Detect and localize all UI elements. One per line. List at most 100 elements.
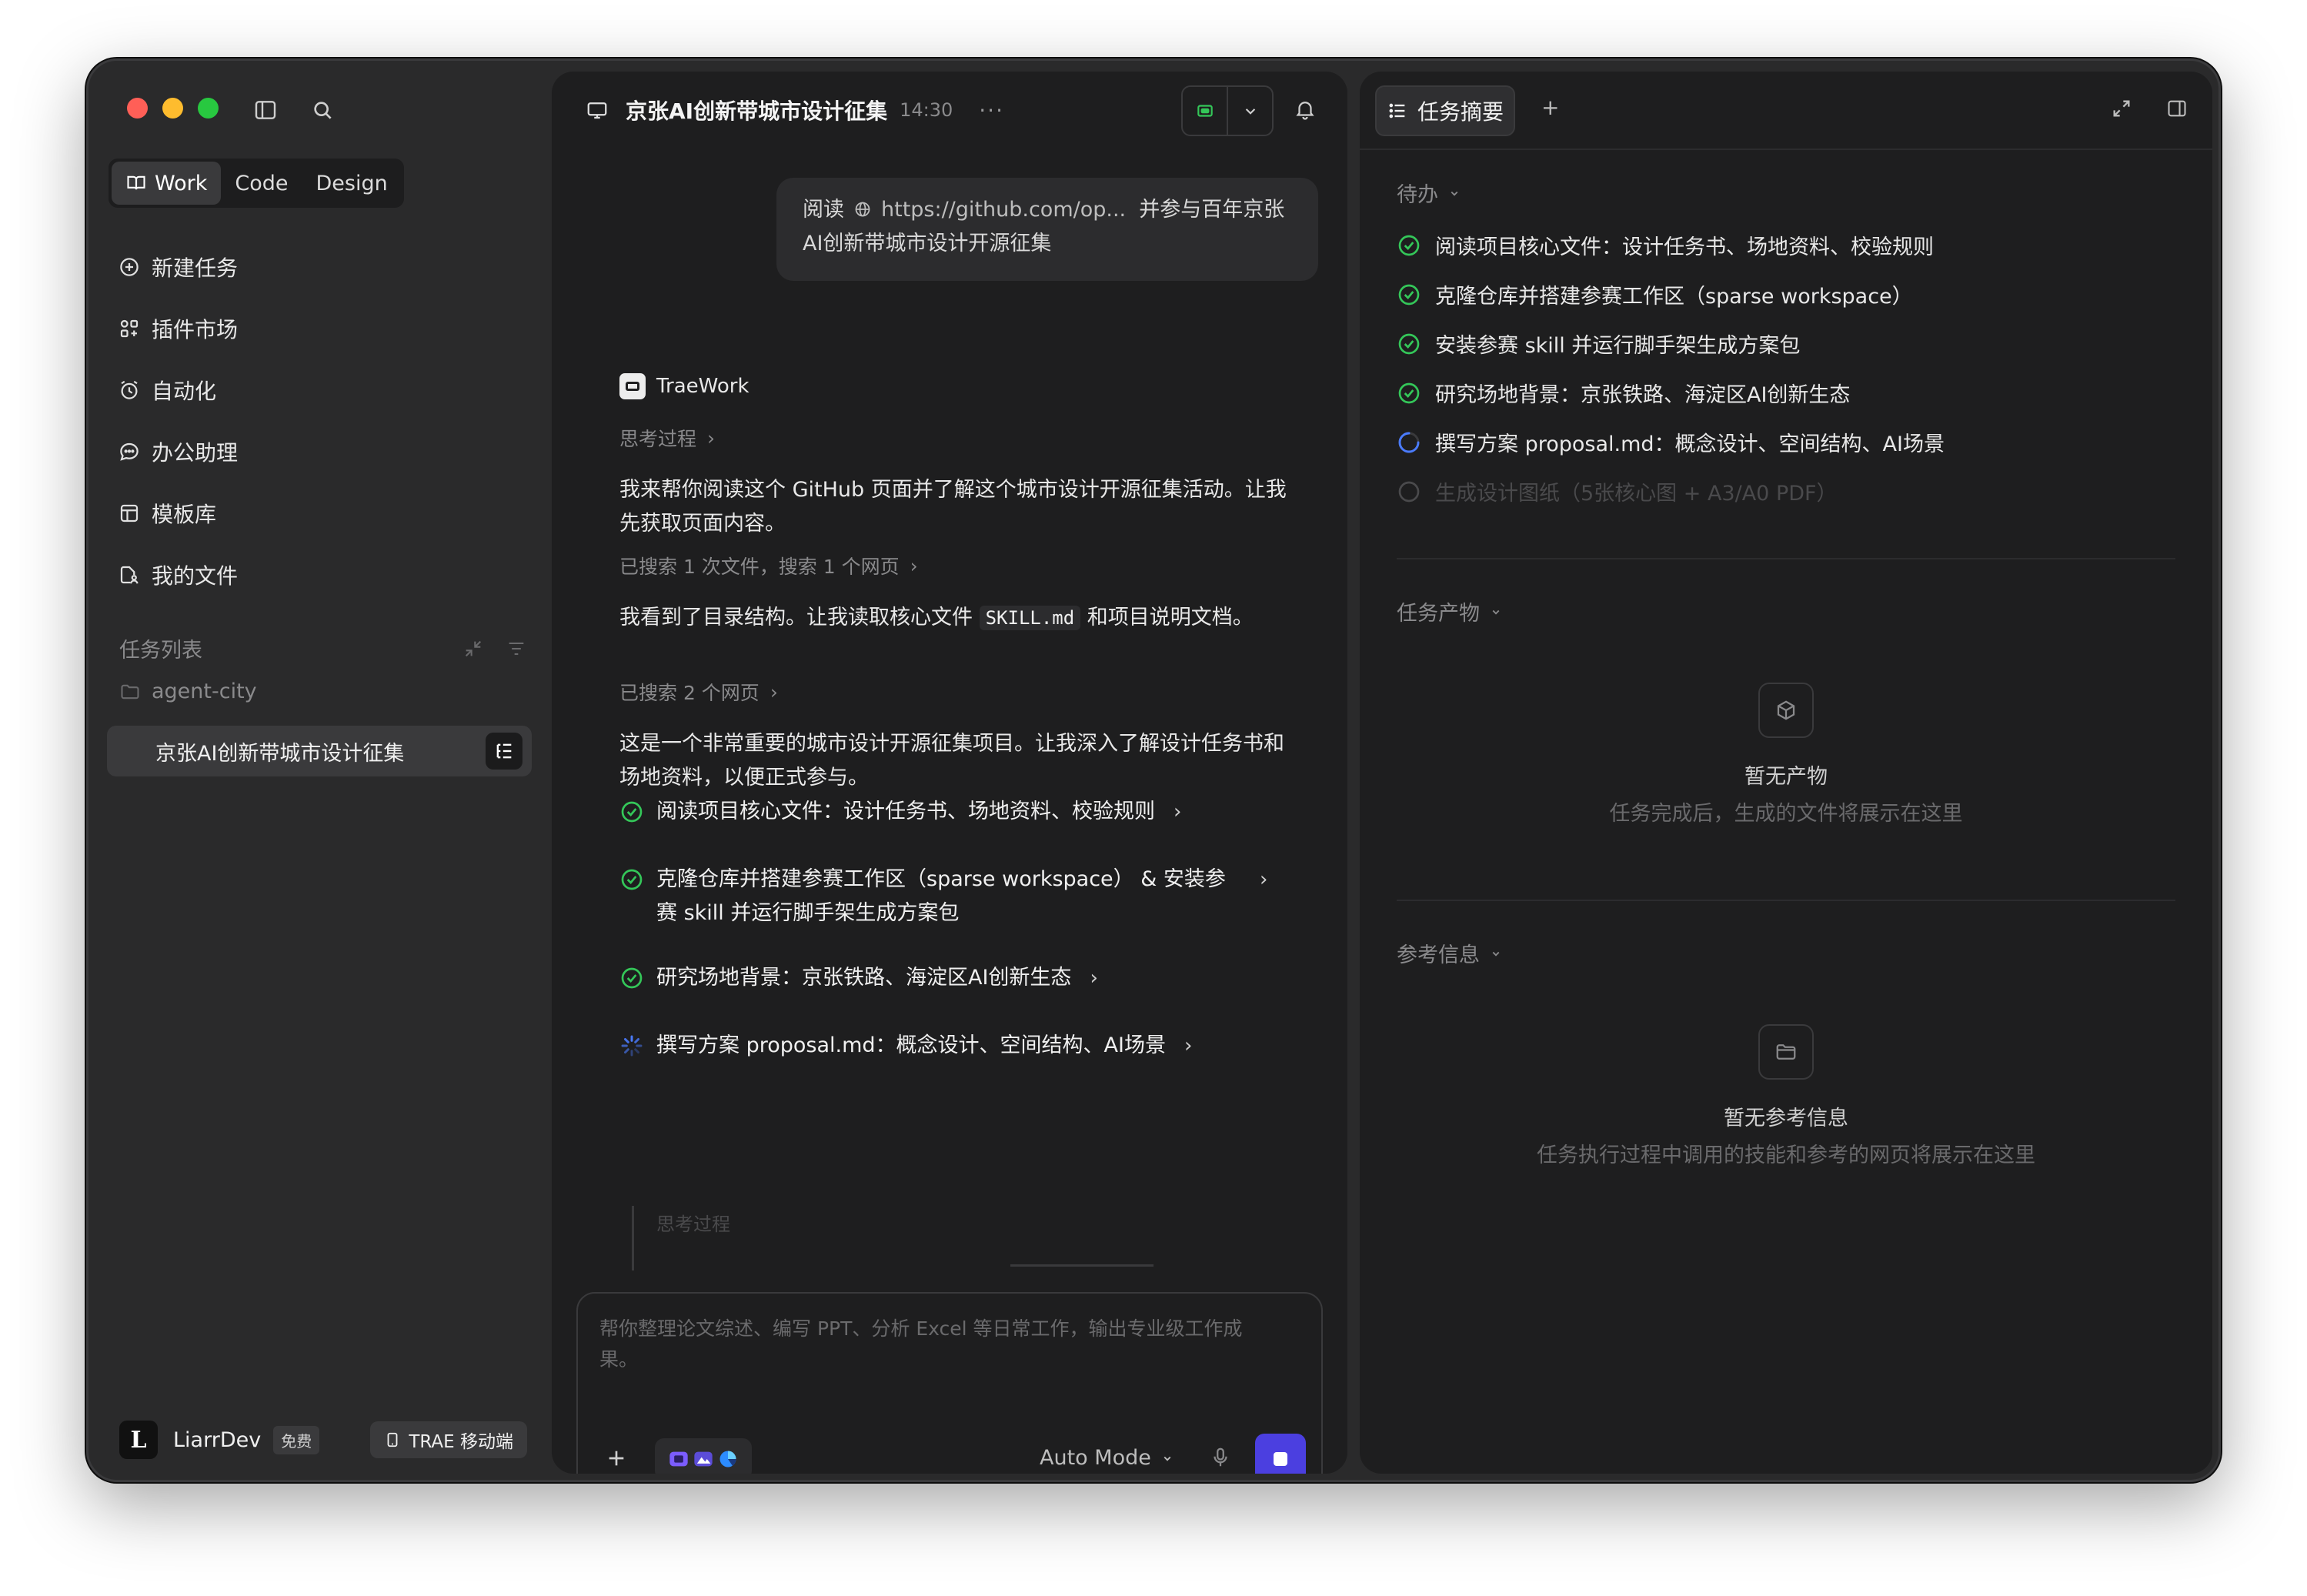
user-message-line2: AI创新带城市设计开源征集 [803,232,1052,255]
avatar-letter: L [130,1426,147,1454]
bell-icon[interactable] [1294,98,1317,121]
user-name[interactable]: LiarrDev [173,1428,261,1452]
scroll-indicator [1010,1264,1154,1267]
terminal-icon [1197,105,1213,117]
todo-label: 撰写方案 proposal.md：概念设计、空间结构、AI场景 [1435,432,1945,456]
todo-item: 克隆仓库并搭建参赛工作区（sparse workspace） [1397,279,1913,309]
progress-circle-icon [1398,432,1420,452]
filter-icon[interactable] [506,638,527,659]
minimize-window-button[interactable] [162,98,183,119]
mode-selector[interactable]: Auto Mode [1040,1446,1174,1470]
segment-design-label: Design [316,171,388,195]
step-item[interactable]: 阅读项目核心文件：设计任务书、场地资料、校验规则 › [619,795,1181,829]
step-item[interactable]: 克隆仓库并搭建参赛工作区（sparse workspace） & 安装参赛 sk… [619,863,1281,930]
message-input[interactable] [599,1314,1277,1398]
check-circle-icon [621,869,643,890]
task-outline-button[interactable] [486,733,522,770]
tab-task-summary[interactable]: 任务摘要 [1375,85,1515,136]
header-divider [1360,149,2212,150]
nav-template-library[interactable]: 模板库 [118,482,533,544]
agent-paragraph-1: 我来帮你阅读这个 GitHub 页面并了解这个城市设计开源征集活动。让我先获取页… [619,478,1287,536]
sidebar-toggle-icon[interactable] [253,98,278,122]
segment-code[interactable]: Code [221,162,302,205]
mobile-app-button[interactable]: TRAE 移动端 [370,1421,527,1458]
para2-before: 我看到了目录结构。让我读取核心文件 [619,606,973,629]
nav-new-task[interactable]: 新建任务 [118,236,533,298]
preview-button[interactable] [1183,87,1227,135]
add-attachment-icon[interactable] [604,1446,629,1471]
stop-button[interactable] [1255,1434,1306,1474]
refs-section-toggle[interactable]: 参考信息 [1397,938,1503,968]
search-icon[interactable] [310,98,335,122]
list-icon [1389,103,1405,119]
thread-line [632,1206,634,1270]
nav-plugin-market[interactable]: 插件市场 [118,298,533,359]
segment-work-label: Work [155,171,208,195]
traework-logo-icon [619,373,646,399]
nav-label: 我的文件 [152,563,239,589]
globe-icon [855,202,870,217]
book-icon [127,175,145,190]
folder-agent-city[interactable]: agent-city [119,679,257,703]
avatar[interactable]: L [119,1421,158,1459]
close-window-button[interactable] [127,98,148,119]
task-item-current[interactable]: 京张AI创新带城市设计征集 [107,726,532,776]
step-item[interactable]: 撰写方案 proposal.md：概念设计、空间结构、AI场景 › [619,1029,1192,1063]
todo-label: 研究场地背景：京张铁路、海淀区AI创新生态 [1435,383,1851,407]
task-list-header: 任务列表 [119,633,527,663]
folder-icon [121,684,139,699]
file-user-icon [120,566,139,584]
outline-list-icon [496,743,512,759]
template-icon [120,504,139,523]
section-divider [1397,558,2175,559]
chevron-right-icon: › [1090,967,1098,990]
panel-toggle-icon[interactable] [2166,98,2188,119]
dropdown-button[interactable] [1227,87,1272,135]
search-summary-2[interactable]: 已搜索 2 个网页 › [619,678,778,706]
video-app-icon [669,1451,688,1467]
more-options-button[interactable]: ··· [979,98,1004,123]
skill-apps-button[interactable] [655,1438,752,1474]
nav-label: 插件市场 [152,317,239,342]
sidebar-nav: 新建任务 插件市场 自动化 办公助理 模板库 我的文件 [118,236,533,606]
thinking-toggle[interactable]: 思考过程 › [619,424,715,452]
chevron-down-icon [1164,1456,1171,1461]
task-summary-panel: 任务摘要 + 待办 阅读项目核心文件：设计任务书、场地资料、校验规则 克隆仓库并… [1360,72,2212,1474]
nav-automation[interactable]: 自动化 [118,359,533,421]
alarm-clock-icon [121,380,138,399]
search-summary-1[interactable]: 已搜索 1 次文件，搜索 1 个网页 › [619,552,918,579]
todo-item: 阅读项目核心文件：设计任务书、场地资料、校验规则 [1397,230,1934,260]
nav-my-files[interactable]: 我的文件 [118,544,533,606]
chevron-right-icon: › [910,554,918,577]
segment-design[interactable]: Design [302,162,402,205]
user-message-link[interactable]: https://github.com/op... [881,198,1126,222]
check-circle-icon [621,967,643,989]
chat-bubble-icon [120,442,139,461]
todo-item: 安装参赛 skill 并运行脚手架生成方案包 [1397,329,1800,359]
expand-icon[interactable] [2111,98,2132,119]
segment-work[interactable]: Work [112,162,222,205]
sidebar: Work Code Design 新建任务 插件市场 自动化 办公助理 模板库 … [88,61,550,1480]
refs-section-title: 参考信息 [1397,943,1480,967]
add-tab-button[interactable]: + [1541,95,1559,120]
mobile-app-label: TRAE 移动端 [409,1432,513,1452]
search-summary-label: 已搜索 2 个网页 [619,682,760,704]
zoom-window-button[interactable] [198,98,219,119]
conversation-icon [587,102,607,119]
nav-office-assistant[interactable]: 办公助理 [118,421,533,482]
spinner-icon [621,1035,643,1057]
todo-item: 研究场地背景：京张铁路、海淀区AI创新生态 [1397,378,1850,408]
microphone-icon[interactable] [1209,1446,1232,1469]
step-item[interactable]: 研究场地背景：京张铁路、海淀区AI创新生态 › [619,961,1098,995]
collapse-icon[interactable] [462,638,484,659]
nav-label: 自动化 [152,379,217,404]
todo-section-title: 待办 [1397,183,1438,207]
todo-section-toggle[interactable]: 待办 [1397,178,1461,208]
refs-empty-title: 暂无参考信息 [1724,1107,1848,1130]
task-item-label: 京张AI创新带城市设计征集 [155,741,405,766]
check-circle-icon [621,801,643,823]
artifacts-empty-subtitle: 任务完成后，生成的文件将展示在这里 [1609,802,1963,826]
view-toggle-group [1181,85,1274,136]
artifacts-section-toggle[interactable]: 任务产物 [1397,596,1503,626]
chevron-right-icon: › [1260,868,1268,891]
